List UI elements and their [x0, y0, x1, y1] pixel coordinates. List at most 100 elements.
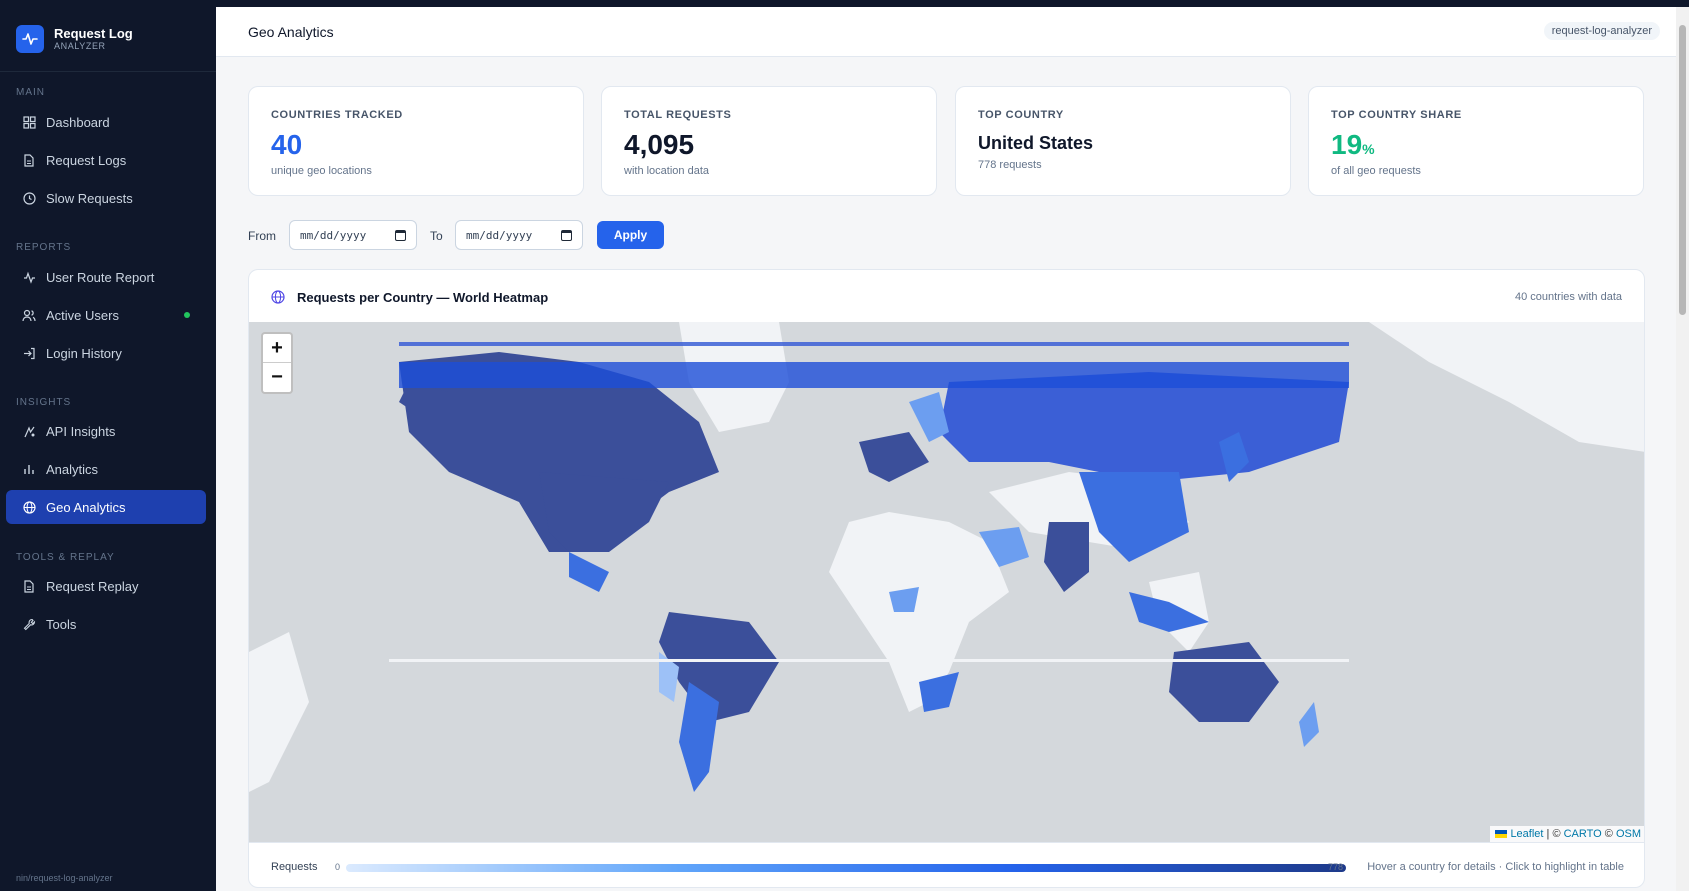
sidebar-item-label: Request Logs [46, 152, 127, 168]
calendar-icon[interactable] [395, 230, 406, 241]
stat-value: 19% [1331, 129, 1375, 161]
stat-card-countries-tracked: COUNTRIES TRACKED 40 unique geo location… [248, 86, 584, 196]
map-title: Requests per Country — World Heatmap [297, 290, 549, 305]
stat-value: 40 [271, 129, 303, 160]
nav-section-tools-replay: TOOLS & REPLAY [16, 552, 115, 563]
zoom-out-button[interactable]: − [263, 363, 291, 392]
sidebar-item-geo-analytics[interactable]: Geo Analytics [6, 490, 206, 524]
app-name: Request Log [54, 26, 133, 41]
wrench-icon [22, 617, 36, 631]
stat-sub: unique geo locations [271, 165, 372, 177]
sidebar-item-request-logs[interactable]: Request Logs [6, 143, 206, 177]
app-subtitle: ANALYZER [54, 41, 106, 51]
globe-icon [22, 500, 36, 514]
world-heatmap-card: Requests per Country — World Heatmap 40 … [248, 269, 1645, 888]
sidebar-item-login-history[interactable]: Login History [6, 336, 206, 370]
file-icon [22, 579, 36, 593]
scrollbar-thumb[interactable] [1679, 25, 1686, 315]
online-status-dot [184, 312, 190, 318]
legend-gradient-bar [346, 864, 1346, 872]
page-title: Geo Analytics [248, 24, 334, 40]
repo-badge: request-log-analyzer [1543, 22, 1660, 40]
sidebar-item-active-users[interactable]: Active Users [6, 298, 206, 332]
calendar-icon[interactable] [561, 230, 572, 241]
sidebar-divider [0, 71, 216, 72]
stat-label: COUNTRIES TRACKED [271, 109, 403, 121]
stat-card-top-country: TOP COUNTRY United States 778 requests [955, 86, 1291, 196]
flag-icon [1495, 830, 1508, 839]
sidebar-item-label: Active Users [46, 307, 119, 323]
stat-sub: 778 requests [978, 159, 1042, 171]
zoom-control: + − [261, 332, 293, 394]
sidebar-item-label: Dashboard [46, 114, 110, 130]
map-country-count: 40 countries with data [1514, 291, 1622, 303]
stat-card-top-country-share: TOP COUNTRY SHARE 19% of all geo request… [1308, 86, 1644, 196]
brand[interactable]: Request Log ANALYZER [16, 25, 133, 53]
osm-link[interactable]: OSM [1616, 828, 1641, 840]
map-attribution: Leaflet | © CARTO © OSM [1490, 826, 1644, 842]
sidebar-item-label: User Route Report [46, 269, 155, 285]
to-date-placeholder: mm/dd/yyyy [466, 228, 533, 242]
stat-value: 4,095 [624, 129, 695, 160]
legend-max: 778 [1328, 862, 1344, 872]
stat-sub: with location data [624, 165, 709, 177]
zoom-in-button[interactable]: + [263, 334, 291, 363]
map-band [399, 362, 1349, 388]
carto-link[interactable]: CARTO [1564, 828, 1602, 840]
sidebar-item-label: Tools [46, 616, 77, 632]
sidebar-item-label: Geo Analytics [46, 499, 126, 515]
nav-section-insights: INSIGHTS [16, 397, 72, 408]
page-scrollbar[interactable] [1676, 7, 1689, 891]
sidebar-item-slow-requests[interactable]: Slow Requests [6, 181, 206, 215]
stat-label: TOTAL REQUESTS [624, 109, 732, 121]
sidebar-item-analytics[interactable]: Analytics [6, 452, 206, 486]
clock-icon [22, 191, 36, 205]
stat-card-total-requests: TOTAL REQUESTS 4,095 with location data [601, 86, 937, 196]
to-date-input[interactable]: mm/dd/yyyy [455, 220, 583, 250]
map-band [399, 342, 1349, 346]
sidebar-item-dashboard[interactable]: Dashboard [6, 105, 206, 139]
legend-hint: Hover a country for details · Click to h… [1367, 861, 1624, 873]
to-label: To [430, 229, 443, 243]
login-icon [22, 346, 36, 360]
sidebar-item-label: Request Replay [46, 578, 139, 594]
attribution-separator: | © [1543, 828, 1564, 840]
leaflet-link[interactable]: Leaflet [1510, 828, 1543, 840]
stat-label: TOP COUNTRY [978, 109, 1064, 121]
sidebar-item-tools[interactable]: Tools [6, 607, 206, 641]
sidebar-item-user-route-report[interactable]: User Route Report [6, 260, 206, 294]
file-icon [22, 153, 36, 167]
from-label: From [248, 229, 276, 243]
users-icon [22, 308, 36, 322]
pulse-icon [16, 25, 44, 53]
world-map-svg[interactable] [249, 322, 1645, 842]
apply-button[interactable]: Apply [597, 221, 664, 249]
map-band [389, 659, 1349, 662]
sidebar: Request Log ANALYZER MAIN Dashboard Requ… [0, 7, 216, 891]
stat-sub: of all geo requests [1331, 165, 1421, 177]
activity-icon [22, 270, 36, 284]
from-date-input[interactable]: mm/dd/yyyy [289, 220, 417, 250]
legend-min: 0 [335, 862, 341, 872]
map-canvas[interactable]: + − Leaflet | © CARTO © OSM [249, 322, 1645, 842]
attribution-separator: © [1601, 828, 1616, 840]
nav-section-reports: REPORTS [16, 242, 72, 253]
sidebar-item-label: API Insights [46, 423, 116, 439]
sparkle-icon [22, 424, 36, 438]
sidebar-item-request-replay[interactable]: Request Replay [6, 569, 206, 603]
legend-label: Requests [271, 861, 318, 873]
grid-icon [22, 115, 36, 129]
bar-chart-icon [22, 462, 36, 476]
sidebar-item-label: Login History [46, 345, 122, 361]
map-legend: Requests 0 778 Hover a country for detai… [249, 842, 1644, 887]
page-header: Geo Analytics request-log-analyzer [216, 7, 1676, 57]
sidebar-footer-repo: nin/request-log-analyzer [16, 873, 113, 883]
sidebar-item-api-insights[interactable]: API Insights [6, 414, 206, 448]
sidebar-item-label: Slow Requests [46, 190, 133, 206]
stat-label: TOP COUNTRY SHARE [1331, 109, 1462, 121]
window-top-strip [0, 0, 1689, 7]
stat-value-unit: % [1362, 141, 1375, 157]
nav-section-main: MAIN [16, 87, 45, 98]
globe-icon [271, 290, 285, 309]
from-date-placeholder: mm/dd/yyyy [300, 228, 367, 242]
